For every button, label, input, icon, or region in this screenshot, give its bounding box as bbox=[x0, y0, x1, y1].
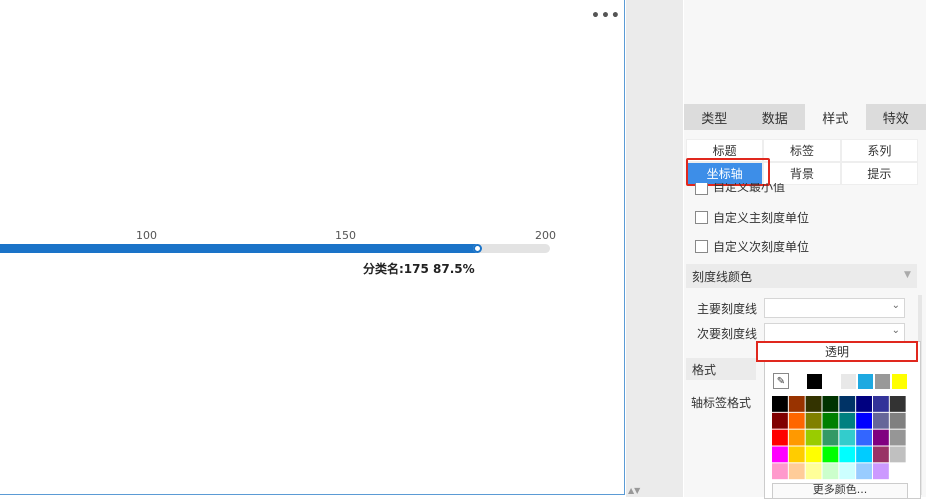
color-swatch[interactable] bbox=[839, 463, 855, 479]
color-swatch[interactable] bbox=[772, 463, 788, 479]
checkbox[interactable] bbox=[695, 211, 708, 224]
section-format[interactable]: 格式 bbox=[686, 358, 756, 380]
tab-style[interactable]: 样式 bbox=[805, 104, 866, 130]
color-swatch[interactable] bbox=[873, 430, 889, 446]
color-swatch[interactable] bbox=[890, 430, 906, 446]
color-swatch[interactable] bbox=[873, 463, 889, 479]
gauge-knob bbox=[473, 244, 482, 253]
color-swatch[interactable] bbox=[822, 430, 838, 446]
color-swatch[interactable] bbox=[890, 413, 906, 429]
minor-tick-label: 次要刻度线 bbox=[697, 325, 757, 342]
color-swatch[interactable] bbox=[789, 463, 805, 479]
more-options-icon[interactable]: ••• bbox=[591, 8, 621, 24]
color-swatch[interactable] bbox=[822, 446, 838, 462]
color-swatch[interactable] bbox=[789, 413, 805, 429]
subtab-axis[interactable]: 坐标轴 bbox=[686, 162, 763, 185]
custom-min-option[interactable]: 自定义最小值 bbox=[695, 183, 785, 195]
axis-tick-label: 100 bbox=[136, 229, 157, 242]
color-swatch[interactable] bbox=[873, 413, 889, 429]
color-swatch[interactable] bbox=[856, 413, 872, 429]
color-swatch[interactable] bbox=[856, 430, 872, 446]
color-swatch[interactable] bbox=[839, 396, 855, 412]
subtab-tooltip[interactable]: 提示 bbox=[841, 162, 918, 185]
axis-tick-label: 150 bbox=[335, 229, 356, 242]
color-swatch[interactable] bbox=[772, 430, 788, 446]
recent-color-swatch[interactable] bbox=[840, 373, 857, 390]
eyedropper-icon[interactable]: ✎ bbox=[773, 373, 789, 389]
subtab-label[interactable]: 标签 bbox=[763, 139, 840, 162]
color-swatch[interactable] bbox=[839, 413, 855, 429]
custom-major-unit-option[interactable]: 自定义主刻度单位 bbox=[695, 209, 809, 226]
major-tick-color-select[interactable]: ⌄ bbox=[764, 298, 905, 318]
color-swatch[interactable] bbox=[789, 446, 805, 462]
subtab-background[interactable]: 背景 bbox=[763, 162, 840, 185]
color-swatch[interactable] bbox=[856, 446, 872, 462]
chevron-down-icon: ⌄ bbox=[892, 325, 900, 336]
color-swatch[interactable] bbox=[806, 446, 822, 462]
axis-tick-label: 200 bbox=[535, 229, 556, 242]
transparent-color-button[interactable]: 透明 bbox=[756, 341, 918, 362]
color-swatch[interactable] bbox=[822, 396, 838, 412]
recent-color-swatch[interactable] bbox=[891, 373, 908, 390]
recent-color-swatch[interactable] bbox=[806, 373, 823, 390]
color-swatch[interactable] bbox=[806, 413, 822, 429]
scroll-arrows-icon[interactable]: ▲▼ bbox=[628, 486, 640, 495]
section-title: 格式 bbox=[692, 361, 716, 378]
color-swatch[interactable] bbox=[806, 430, 822, 446]
axis-label-format-label: 轴标签格式 bbox=[691, 394, 751, 411]
color-swatch[interactable] bbox=[873, 396, 889, 412]
subtab-title[interactable]: 标题 bbox=[686, 139, 763, 162]
color-swatch[interactable] bbox=[806, 396, 822, 412]
color-swatch[interactable] bbox=[822, 413, 838, 429]
custom-minor-unit-option[interactable]: 自定义次刻度单位 bbox=[695, 238, 809, 255]
tab-effects[interactable]: 特效 bbox=[866, 104, 926, 130]
minor-tick-color-select[interactable]: ⌄ bbox=[764, 323, 905, 343]
section-tick-color[interactable]: 刻度线颜色 bbox=[686, 264, 917, 288]
scroll-gutter bbox=[626, 0, 683, 497]
color-swatch[interactable] bbox=[772, 396, 788, 412]
custom-major-unit-label: 自定义主刻度单位 bbox=[713, 209, 809, 226]
color-swatch[interactable] bbox=[772, 413, 788, 429]
custom-min-label: 自定义最小值 bbox=[713, 183, 785, 195]
color-swatch[interactable] bbox=[890, 396, 906, 412]
major-tick-label: 主要刻度线 bbox=[697, 300, 757, 317]
color-swatch[interactable] bbox=[873, 446, 889, 462]
color-swatch[interactable] bbox=[856, 463, 872, 479]
custom-minor-unit-label: 自定义次刻度单位 bbox=[713, 238, 809, 255]
panel-tabs: 类型 数据 样式 特效 bbox=[684, 104, 926, 130]
color-swatch[interactable] bbox=[839, 430, 855, 446]
chevron-down-icon: ⌄ bbox=[892, 300, 900, 311]
color-swatch[interactable] bbox=[890, 463, 906, 479]
recent-color-swatch[interactable] bbox=[874, 373, 891, 390]
style-subtabs: 标题 标签 系列 坐标轴 背景 提示 bbox=[686, 139, 918, 185]
collapse-caret-icon[interactable]: ▼ bbox=[904, 270, 911, 280]
recent-color-swatch[interactable] bbox=[823, 373, 840, 390]
checkbox[interactable] bbox=[695, 183, 708, 195]
color-swatch[interactable] bbox=[806, 463, 822, 479]
color-swatch[interactable] bbox=[822, 463, 838, 479]
color-swatch[interactable] bbox=[856, 396, 872, 412]
color-swatch[interactable] bbox=[789, 430, 805, 446]
subtab-series[interactable]: 系列 bbox=[841, 139, 918, 162]
gauge-value-label: 分类名:175 87.5% bbox=[363, 260, 475, 277]
checkbox[interactable] bbox=[695, 240, 708, 253]
color-swatch[interactable] bbox=[789, 396, 805, 412]
tab-type[interactable]: 类型 bbox=[684, 104, 745, 130]
tab-data[interactable]: 数据 bbox=[745, 104, 806, 130]
color-swatch[interactable] bbox=[839, 446, 855, 462]
section-title: 刻度线颜色 bbox=[692, 268, 752, 285]
color-palette bbox=[772, 396, 906, 479]
gauge-fill bbox=[0, 244, 481, 253]
recent-color-swatch[interactable] bbox=[857, 373, 874, 390]
color-swatch[interactable] bbox=[772, 446, 788, 462]
color-swatch[interactable] bbox=[890, 446, 906, 462]
